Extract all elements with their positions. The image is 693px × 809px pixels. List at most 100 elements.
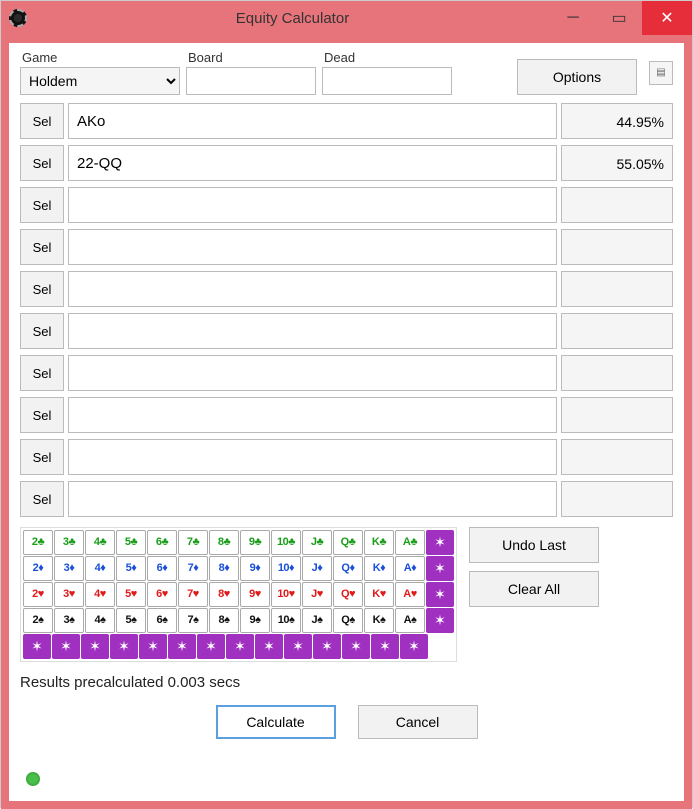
maximize-button[interactable]: ▭	[596, 1, 642, 35]
sel-button[interactable]: Sel	[20, 103, 64, 139]
card-Ks[interactable]: K♠	[364, 608, 394, 633]
sel-button[interactable]: Sel	[20, 355, 64, 391]
range-input[interactable]	[68, 103, 557, 139]
card-6s[interactable]: 6♠	[147, 608, 177, 633]
sel-button[interactable]: Sel	[20, 145, 64, 181]
clear-all-button[interactable]: Clear All	[469, 571, 599, 607]
card-10h[interactable]: 10♥	[271, 582, 301, 607]
card-Jh[interactable]: J♥	[302, 582, 332, 607]
sel-button[interactable]: Sel	[20, 187, 64, 223]
card-2d[interactable]: 2♦	[23, 556, 53, 581]
card-5c[interactable]: 5♣	[116, 530, 146, 555]
range-input[interactable]	[68, 313, 557, 349]
range-input[interactable]	[68, 355, 557, 391]
card-10d[interactable]: 10♦	[271, 556, 301, 581]
range-input[interactable]	[68, 397, 557, 433]
card-Qc[interactable]: Q♣	[333, 530, 363, 555]
card-9h[interactable]: 9♥	[240, 582, 270, 607]
game-select[interactable]: Holdem	[20, 67, 180, 95]
card-star-bottom-6[interactable]: ✶	[197, 634, 225, 659]
range-input[interactable]	[68, 271, 557, 307]
card-star-bottom-1[interactable]: ✶	[52, 634, 80, 659]
range-input[interactable]	[68, 229, 557, 265]
card-7h[interactable]: 7♥	[178, 582, 208, 607]
range-input[interactable]	[68, 187, 557, 223]
sel-button[interactable]: Sel	[20, 397, 64, 433]
card-star-c[interactable]: ✶	[426, 530, 454, 555]
card-4c[interactable]: 4♣	[85, 530, 115, 555]
sel-button[interactable]: Sel	[20, 481, 64, 517]
card-9d[interactable]: 9♦	[240, 556, 270, 581]
card-Ad[interactable]: A♦	[395, 556, 425, 581]
options-button[interactable]: Options	[517, 59, 637, 95]
card-star-h[interactable]: ✶	[426, 582, 454, 607]
card-Qd[interactable]: Q♦	[333, 556, 363, 581]
card-star-bottom-11[interactable]: ✶	[342, 634, 370, 659]
cancel-button[interactable]: Cancel	[358, 705, 478, 739]
options-extra-button[interactable]: ▤	[649, 61, 673, 85]
card-2s[interactable]: 2♠	[23, 608, 53, 633]
card-8d[interactable]: 8♦	[209, 556, 239, 581]
card-5d[interactable]: 5♦	[116, 556, 146, 581]
card-star-bottom-7[interactable]: ✶	[226, 634, 254, 659]
card-star-bottom-2[interactable]: ✶	[81, 634, 109, 659]
card-10c[interactable]: 10♣	[271, 530, 301, 555]
card-Jc[interactable]: J♣	[302, 530, 332, 555]
card-8s[interactable]: 8♠	[209, 608, 239, 633]
sel-button[interactable]: Sel	[20, 313, 64, 349]
card-3h[interactable]: 3♥	[54, 582, 84, 607]
card-Ac[interactable]: A♣	[395, 530, 425, 555]
minimize-button[interactable]: ─	[550, 1, 596, 35]
card-7c[interactable]: 7♣	[178, 530, 208, 555]
card-Qh[interactable]: Q♥	[333, 582, 363, 607]
card-star-bottom-12[interactable]: ✶	[371, 634, 399, 659]
card-Kh[interactable]: K♥	[364, 582, 394, 607]
card-5s[interactable]: 5♠	[116, 608, 146, 633]
card-star-bottom-13[interactable]: ✶	[400, 634, 428, 659]
card-4s[interactable]: 4♠	[85, 608, 115, 633]
card-10s[interactable]: 10♠	[271, 608, 301, 633]
card-star-bottom-4[interactable]: ✶	[139, 634, 167, 659]
range-input[interactable]	[68, 145, 557, 181]
card-4d[interactable]: 4♦	[85, 556, 115, 581]
card-Qs[interactable]: Q♠	[333, 608, 363, 633]
card-2h[interactable]: 2♥	[23, 582, 53, 607]
card-2c[interactable]: 2♣	[23, 530, 53, 555]
card-star-bottom-0[interactable]: ✶	[23, 634, 51, 659]
card-3s[interactable]: 3♠	[54, 608, 84, 633]
card-star-bottom-9[interactable]: ✶	[284, 634, 312, 659]
card-Js[interactable]: J♠	[302, 608, 332, 633]
card-7d[interactable]: 7♦	[178, 556, 208, 581]
card-9c[interactable]: 9♣	[240, 530, 270, 555]
dead-input[interactable]	[322, 67, 452, 95]
calculate-button[interactable]: Calculate	[216, 705, 336, 739]
card-Jd[interactable]: J♦	[302, 556, 332, 581]
card-star-bottom-10[interactable]: ✶	[313, 634, 341, 659]
card-As[interactable]: A♠	[395, 608, 425, 633]
card-3c[interactable]: 3♣	[54, 530, 84, 555]
range-input[interactable]	[68, 439, 557, 475]
card-4h[interactable]: 4♥	[85, 582, 115, 607]
sel-button[interactable]: Sel	[20, 229, 64, 265]
card-8c[interactable]: 8♣	[209, 530, 239, 555]
card-star-bottom-3[interactable]: ✶	[110, 634, 138, 659]
range-input[interactable]	[68, 481, 557, 517]
card-star-d[interactable]: ✶	[426, 556, 454, 581]
card-3d[interactable]: 3♦	[54, 556, 84, 581]
close-button[interactable]: ✕	[642, 1, 692, 35]
card-7s[interactable]: 7♠	[178, 608, 208, 633]
card-Ah[interactable]: A♥	[395, 582, 425, 607]
card-8h[interactable]: 8♥	[209, 582, 239, 607]
card-star-s[interactable]: ✶	[426, 608, 454, 633]
card-star-bottom-5[interactable]: ✶	[168, 634, 196, 659]
sel-button[interactable]: Sel	[20, 271, 64, 307]
card-6d[interactable]: 6♦	[147, 556, 177, 581]
card-Kd[interactable]: K♦	[364, 556, 394, 581]
card-5h[interactable]: 5♥	[116, 582, 146, 607]
card-6c[interactable]: 6♣	[147, 530, 177, 555]
undo-last-button[interactable]: Undo Last	[469, 527, 599, 563]
card-9s[interactable]: 9♠	[240, 608, 270, 633]
sel-button[interactable]: Sel	[20, 439, 64, 475]
card-6h[interactable]: 6♥	[147, 582, 177, 607]
card-star-bottom-8[interactable]: ✶	[255, 634, 283, 659]
